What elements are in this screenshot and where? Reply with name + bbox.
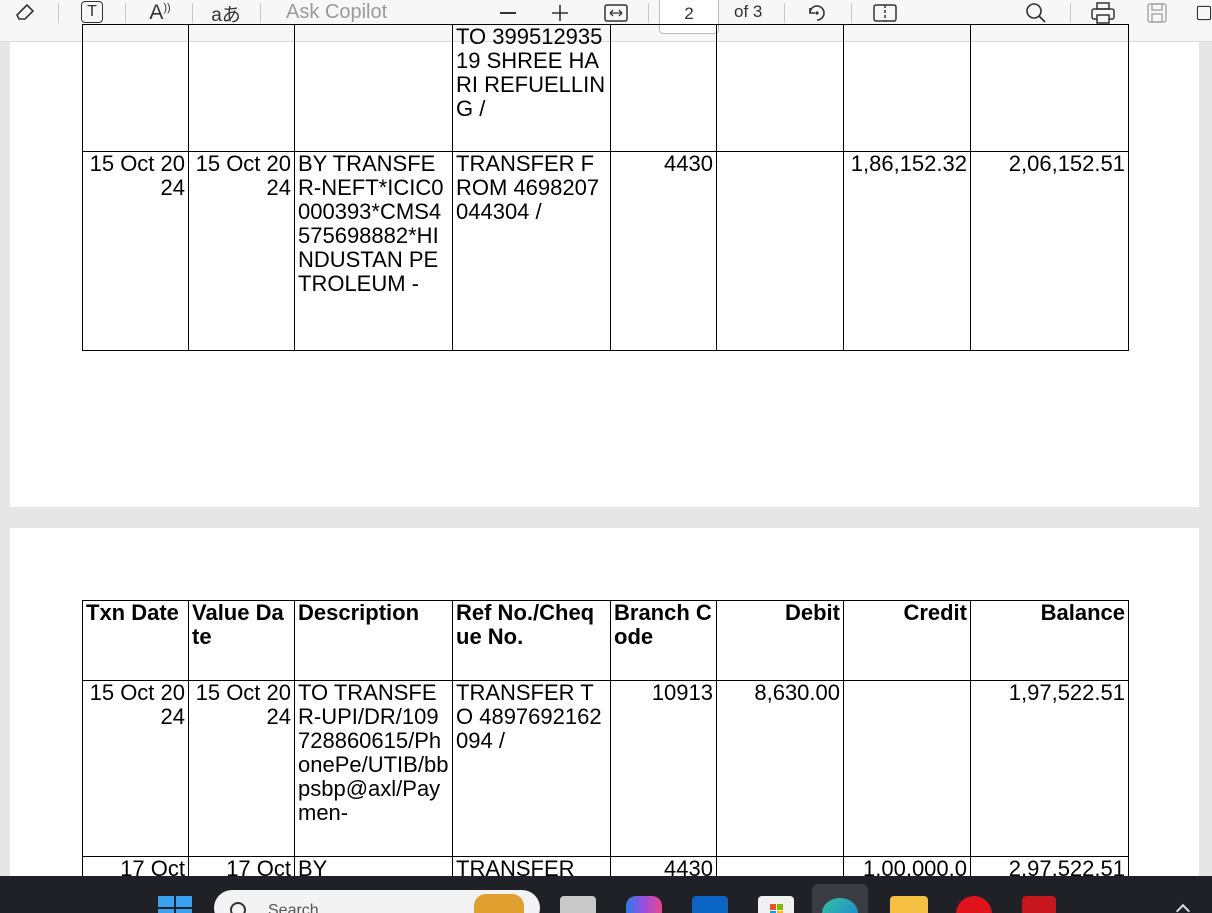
txn-date-cell: 17 Oct bbox=[82, 856, 189, 876]
value-date-cell: 15 Oct 2024 bbox=[188, 151, 295, 351]
search-icon bbox=[230, 902, 246, 913]
table-row: 15 Oct 2024 15 Oct 2024 TO TRANSFER-UPI/… bbox=[82, 680, 1129, 857]
text-box-label: T bbox=[81, 1, 103, 23]
table-row: TO 39951293519 SHREE HARI REFUELLIN G / bbox=[82, 24, 1129, 152]
credit-cell: 1,86,152.32 bbox=[843, 151, 971, 351]
copilot-icon[interactable] bbox=[626, 896, 662, 913]
branch-cell: 10913 bbox=[610, 680, 717, 857]
print-icon[interactable] bbox=[1088, 0, 1118, 26]
column-header: Value Date bbox=[188, 600, 295, 681]
ref-cell: TRANSFER TO 4897692162094 / bbox=[452, 680, 611, 857]
pdf-page: Txn Date Value Date Description Ref No./… bbox=[10, 528, 1199, 876]
txn-date-cell bbox=[82, 24, 189, 152]
table-header-row: Txn Date Value Date Description Ref No./… bbox=[82, 600, 1129, 681]
chevron-up-icon[interactable] bbox=[1175, 903, 1191, 913]
rotate-icon[interactable] bbox=[803, 0, 831, 26]
balance-cell: 1,97,522.51 bbox=[970, 680, 1129, 857]
column-header: Credit bbox=[843, 600, 971, 681]
eraser-icon[interactable] bbox=[10, 0, 40, 24]
read-aloud-icon[interactable]: A)) bbox=[145, 0, 175, 26]
translate-icon[interactable]: aあ bbox=[208, 0, 244, 26]
credit-cell bbox=[843, 24, 971, 152]
column-header: Description bbox=[294, 600, 453, 681]
branch-cell: 4430 bbox=[610, 856, 717, 876]
column-header: Txn Date bbox=[82, 600, 189, 681]
search-icon[interactable] bbox=[1022, 0, 1050, 26]
statement-table: Txn Date Value Date Description Ref No./… bbox=[82, 600, 1129, 876]
read-aloud-label: A bbox=[149, 1, 164, 24]
debit-cell bbox=[716, 24, 844, 152]
value-date-cell bbox=[188, 24, 295, 152]
branch-cell: 4430 bbox=[610, 151, 717, 351]
table-row: 15 Oct 2024 15 Oct 2024 BY TRANSFER-NEFT… bbox=[82, 151, 1129, 351]
credit-cell bbox=[843, 680, 971, 857]
value-date-cell: 17 Oct bbox=[188, 856, 295, 876]
txn-date-cell: 15 Oct 2024 bbox=[82, 680, 189, 857]
search-highlight-icon[interactable] bbox=[474, 894, 524, 913]
text-box-icon[interactable]: T bbox=[78, 0, 106, 25]
column-header: Ref No./Cheque No. bbox=[452, 600, 611, 681]
column-header: Balance bbox=[970, 600, 1129, 681]
balance-cell: 2,06,152.51 bbox=[970, 151, 1129, 351]
ref-cell: TO 39951293519 SHREE HARI REFUELLIN G / bbox=[452, 24, 611, 152]
description-cell: TO TRANSFER-UPI/DR/109728860615/PhonePe/… bbox=[294, 680, 453, 857]
credit-cell: 1,00,000.0 bbox=[843, 856, 971, 876]
save-as-icon[interactable] bbox=[1196, 0, 1212, 26]
description-cell: BY bbox=[294, 856, 453, 876]
description-cell bbox=[294, 24, 453, 152]
taskbar: Search bbox=[0, 876, 1212, 913]
zoom-in-icon[interactable] bbox=[548, 0, 572, 26]
column-header: Branch Code bbox=[610, 600, 717, 681]
search-placeholder: Search bbox=[268, 902, 319, 913]
txn-date-cell: 15 Oct 2024 bbox=[82, 151, 189, 351]
branch-cell bbox=[610, 24, 717, 152]
page-total: of 3 bbox=[734, 2, 763, 21]
value-date-cell: 15 Oct 2024 bbox=[188, 680, 295, 857]
column-header: Debit bbox=[716, 600, 844, 681]
windows-start-icon[interactable] bbox=[158, 896, 192, 913]
edge-icon[interactable] bbox=[812, 884, 868, 913]
description-cell: BY TRANSFER-NEFT*ICIC0000393*CMS45756988… bbox=[294, 151, 453, 351]
acrobat-icon[interactable] bbox=[1022, 896, 1056, 913]
balance-cell bbox=[970, 24, 1129, 152]
opera-icon[interactable] bbox=[956, 896, 992, 913]
ask-copilot-input[interactable]: Ask Copilot bbox=[286, 1, 387, 24]
debit-cell bbox=[716, 151, 844, 351]
ref-cell: TRANSFER FROM 4698207044304 / bbox=[452, 151, 611, 351]
save-icon[interactable] bbox=[1143, 0, 1171, 26]
balance-cell: 2,97,522.51 bbox=[970, 856, 1129, 876]
table-row: 17 Oct 17 Oct BY TRANSFER 4430 1,00,000.… bbox=[82, 856, 1129, 876]
fit-width-icon[interactable] bbox=[602, 0, 630, 26]
file-explorer-icon[interactable] bbox=[890, 896, 928, 913]
ref-cell: TRANSFER bbox=[452, 856, 611, 876]
statement-table: TO 39951293519 SHREE HARI REFUELLIN G / … bbox=[82, 24, 1129, 351]
page-view-icon[interactable] bbox=[870, 0, 900, 26]
task-view-icon[interactable] bbox=[560, 896, 596, 913]
debit-cell bbox=[716, 856, 844, 876]
store-icon[interactable] bbox=[758, 896, 794, 913]
zoom-out-icon[interactable] bbox=[496, 0, 520, 26]
pdf-page: TO 39951293519 SHREE HARI REFUELLIN G / … bbox=[10, 24, 1199, 507]
debit-cell: 8,630.00 bbox=[716, 680, 844, 857]
outlook-icon[interactable] bbox=[692, 896, 728, 913]
